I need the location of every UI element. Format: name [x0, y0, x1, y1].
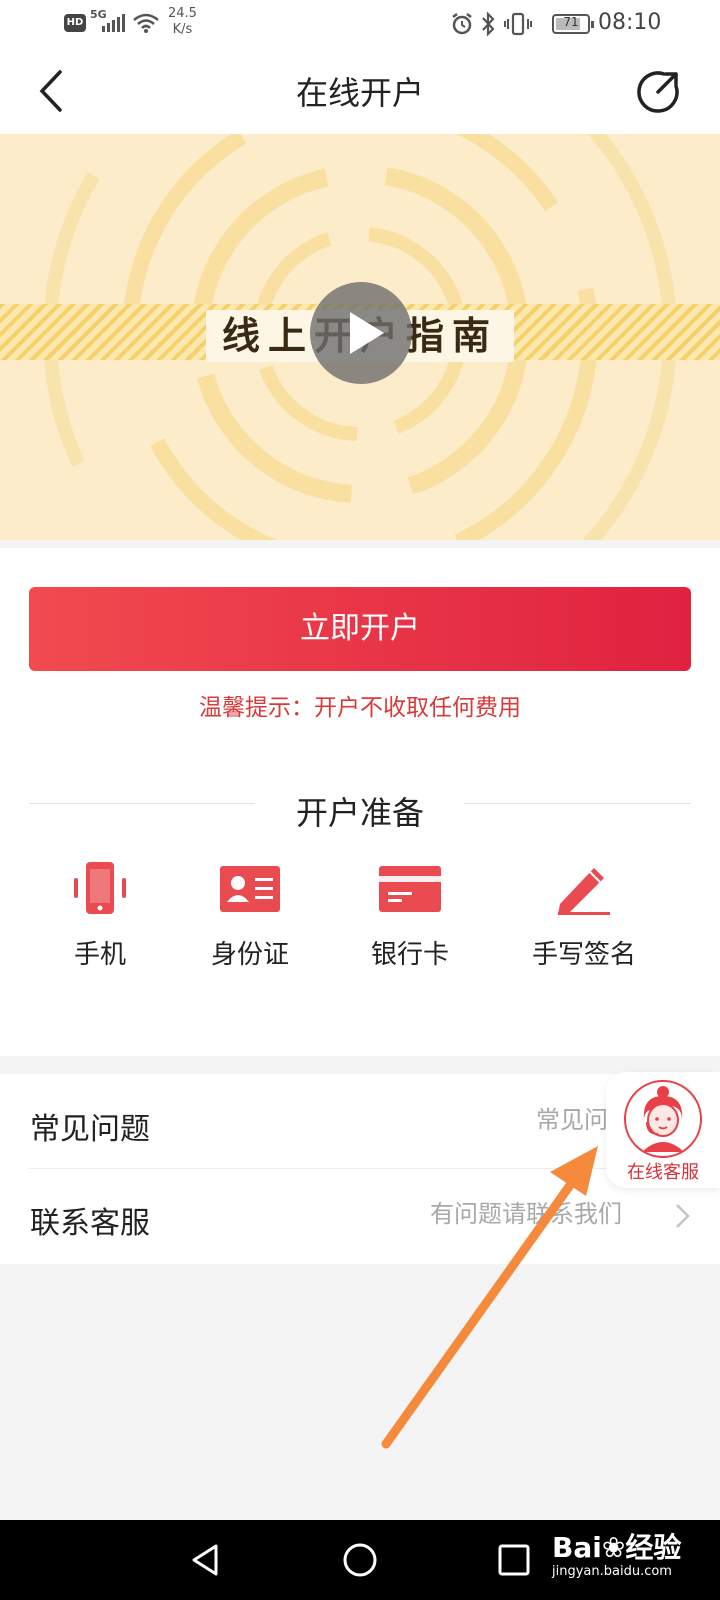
net-speed: 24.5 K/s: [168, 6, 197, 37]
prep-item-bank-card: 银行卡: [330, 860, 490, 980]
baidu-watermark: Bai❀经验 jingyan.baidu.com: [552, 1531, 682, 1579]
chevron-right-icon: [676, 1204, 690, 1228]
page-title: 在线开户: [295, 74, 424, 112]
prep-label: 银行卡: [370, 940, 449, 970]
open-account-button[interactable]: 立即开户: [29, 587, 691, 671]
phone-icon: [74, 862, 126, 914]
row-hint: 有问题请联系我们: [430, 1200, 622, 1228]
prep-item-id-card: 身份证: [170, 860, 330, 980]
share-icon[interactable]: [636, 70, 680, 114]
prep-label: 手机: [73, 940, 126, 970]
video-banner[interactable]: 线上开户指南: [0, 134, 720, 540]
row-title: 常见问题: [30, 1112, 150, 1147]
vibrate-icon: [504, 12, 532, 36]
clock: 08:10: [598, 10, 662, 35]
section-title: 开户准备: [295, 794, 424, 832]
online-service-button[interactable]: 在线客服: [606, 1072, 720, 1188]
bluetooth-icon: [482, 11, 495, 37]
prep-item-signature: 手写签名: [504, 860, 664, 980]
divider-right: [464, 803, 691, 804]
nav-back-icon[interactable]: [186, 1540, 226, 1580]
fee-tip: 温馨提示：开户不收取任何费用: [199, 695, 521, 721]
hd-badge: HD: [64, 14, 86, 32]
alarm-icon: [452, 13, 472, 35]
nav-home-icon[interactable]: [340, 1540, 380, 1580]
pen-icon: [558, 868, 610, 915]
nav-recents-icon[interactable]: [494, 1540, 534, 1580]
bank-card-icon: [379, 866, 441, 912]
paw-icon: ❀: [601, 1531, 626, 1564]
prep-label: 身份证: [210, 940, 289, 970]
account-section: 立即开户 温馨提示：开户不收取任何费用 开户准备 手机 身份证 银行卡 手写签名: [0, 548, 720, 1056]
row-hint: 常见问: [536, 1106, 608, 1134]
wifi-icon: [133, 13, 159, 33]
signal-icon: [102, 14, 125, 32]
id-card-icon: [220, 866, 280, 912]
battery-icon: 71: [552, 14, 594, 34]
service-avatar: [624, 1080, 702, 1158]
status-bar: HD 5G 24.5 K/s 71 08:10: [0, 0, 720, 48]
prep-label: 手写签名: [531, 940, 636, 970]
prep-item-phone: 手机: [20, 860, 180, 980]
agent-icon: [642, 1086, 684, 1152]
row-title: 联系客服: [30, 1206, 150, 1241]
play-icon[interactable]: [310, 282, 412, 384]
nav-bar: 在线开户: [0, 48, 720, 134]
battery-level: 71: [563, 15, 579, 29]
service-label: 在线客服: [627, 1162, 699, 1183]
